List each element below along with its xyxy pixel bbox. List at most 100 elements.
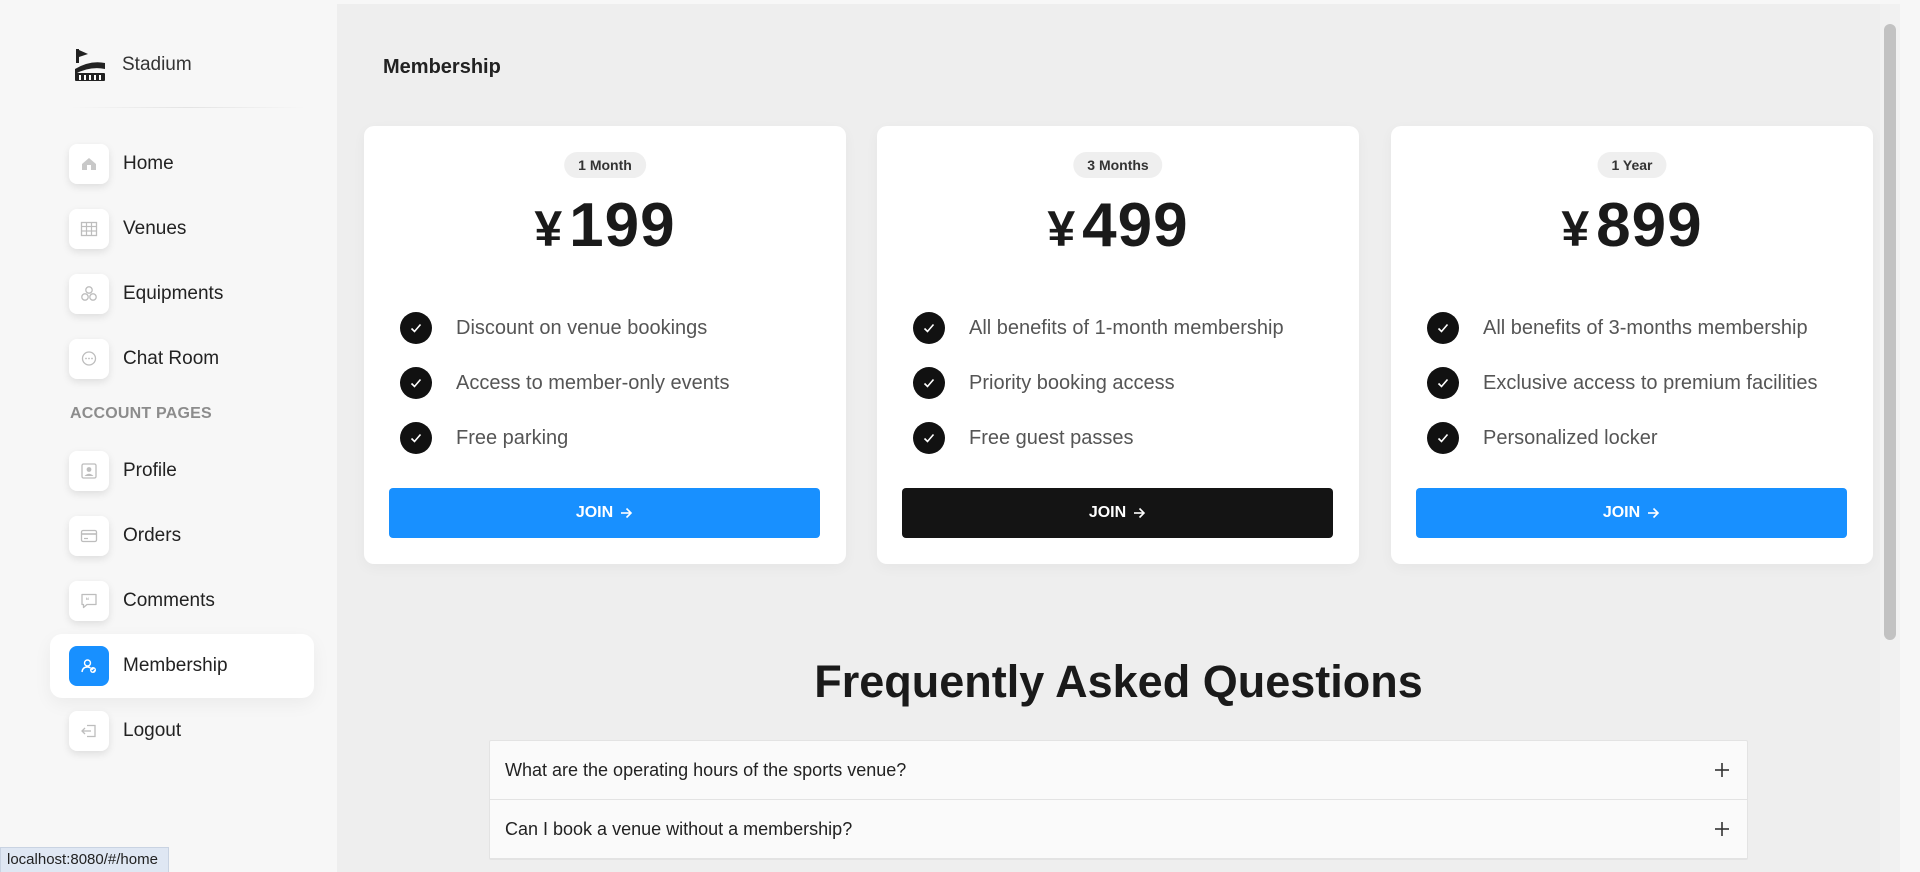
feature-item: Personalized locker [1427, 422, 1818, 454]
table-grid-icon [69, 209, 109, 249]
sidebar-item-equipments[interactable]: Equipments [50, 262, 314, 326]
check-icon [913, 367, 945, 399]
section-title-account-pages: ACCOUNT PAGES [70, 405, 212, 422]
arrow-right-icon [1648, 507, 1660, 519]
sidebar-item-logout[interactable]: Logout [50, 699, 314, 763]
check-icon [913, 312, 945, 344]
currency-symbol: ¥ [534, 201, 564, 257]
page-title: Membership [383, 56, 501, 78]
faq-list: What are the operating hours of the spor… [489, 740, 1748, 860]
sidebar-item-label: Orders [123, 525, 182, 546]
arrow-right-icon [621, 507, 633, 519]
check-icon [1427, 367, 1459, 399]
plan-card-3-months: 3 Months ¥499 All benefits of 1-month me… [877, 126, 1359, 564]
plan-card-1-month: 1 Month ¥199 Discount on venue bookings … [364, 126, 846, 564]
check-icon [1427, 312, 1459, 344]
logout-icon [69, 711, 109, 751]
feature-item: All benefits of 3-months membership [1427, 312, 1818, 344]
sidebar-item-profile[interactable]: Profile [50, 439, 314, 503]
sidebar-item-label: Membership [123, 655, 228, 676]
home-icon [69, 144, 109, 184]
feature-item: All benefits of 1-month membership [913, 312, 1284, 344]
plan-period-badge: 1 Year [1597, 152, 1667, 178]
credit-card-icon [69, 516, 109, 556]
feature-text: Priority booking access [969, 371, 1175, 394]
sidebar-item-label: Chat Room [123, 348, 220, 369]
sidebar-item-home[interactable]: Home [50, 132, 314, 196]
check-icon [400, 312, 432, 344]
feature-item: Discount on venue bookings [400, 312, 729, 344]
faq-question: What are the operating hours of the spor… [505, 759, 907, 780]
status-bar-url: localhost:8080/#/home [0, 847, 169, 872]
plan-period-badge: 3 Months [1073, 152, 1163, 178]
feature-item: Priority booking access [913, 367, 1284, 399]
vertical-scrollbar[interactable] [1880, 4, 1900, 872]
plan-price: ¥499 [877, 190, 1359, 261]
faq-item[interactable]: What are the operating hours of the spor… [490, 741, 1747, 800]
brand[interactable]: Stadium [72, 46, 192, 84]
price-value: 499 [1082, 191, 1189, 260]
price-value: 199 [569, 191, 676, 260]
feature-text: All benefits of 1-month membership [969, 316, 1284, 339]
quote-comment-icon: ❝ [69, 581, 109, 621]
sidebar-item-venues[interactable]: Venues [50, 197, 314, 261]
feature-item: Free guest passes [913, 422, 1284, 454]
cubes-icon [69, 274, 109, 314]
feature-item: Access to member-only events [400, 367, 729, 399]
svg-text:❝: ❝ [86, 597, 90, 605]
plan-price: ¥199 [364, 190, 846, 261]
plan-period-badge: 1 Month [564, 152, 646, 178]
join-button-label: JOIN [1602, 504, 1641, 521]
member-badge-icon [69, 646, 109, 686]
faq-title: Frequently Asked Questions [814, 656, 1423, 707]
join-button[interactable]: JOIN [1416, 488, 1847, 538]
chat-bubble-icon [69, 339, 109, 379]
sidebar-item-label: Equipments [123, 283, 224, 304]
stadium-logo-icon [75, 49, 105, 81]
sidebar-item-chat-room[interactable]: Chat Room [50, 327, 314, 391]
feature-text: Free parking [456, 426, 569, 449]
main-content: Membership 1 Month ¥199 Discount on venu… [337, 4, 1900, 872]
feature-text: Personalized locker [1483, 426, 1658, 449]
sidebar-item-label: Logout [123, 720, 182, 741]
join-button[interactable]: JOIN [389, 488, 820, 538]
sidebar-item-orders[interactable]: Orders [50, 504, 314, 568]
join-button[interactable]: JOIN [902, 488, 1333, 538]
profile-card-icon [69, 451, 109, 491]
join-button-label: JOIN [1088, 504, 1127, 521]
feature-text: Free guest passes [969, 426, 1134, 449]
feature-item: Exclusive access to premium facilities [1427, 367, 1818, 399]
feature-text: Access to member-only events [456, 371, 730, 394]
plus-icon [1715, 822, 1729, 836]
scrollbar-thumb[interactable] [1884, 24, 1896, 640]
sidebar-item-label: Home [123, 153, 174, 174]
feature-list: All benefits of 3-months membership Excl… [1427, 312, 1818, 477]
brand-name: Stadium [122, 54, 192, 75]
check-icon [400, 367, 432, 399]
check-icon [913, 422, 945, 454]
faq-item[interactable]: Can I book a venue without a membership? [490, 800, 1747, 859]
plus-icon [1715, 763, 1729, 777]
join-button-label: JOIN [575, 504, 614, 521]
plan-card-1-year: 1 Year ¥899 All benefits of 3-months mem… [1391, 126, 1873, 564]
feature-list: All benefits of 1-month membership Prior… [913, 312, 1284, 477]
currency-symbol: ¥ [1561, 201, 1591, 257]
sidebar-item-label: Comments [123, 590, 215, 611]
feature-text: Exclusive access to premium facilities [1483, 371, 1818, 394]
feature-text: All benefits of 3-months membership [1483, 316, 1808, 339]
sidebar-item-label: Venues [123, 218, 187, 239]
feature-item: Free parking [400, 422, 729, 454]
feature-text: Discount on venue bookings [456, 316, 708, 339]
faq-question: Can I book a venue without a membership? [505, 818, 853, 839]
arrow-right-icon [1134, 507, 1146, 519]
currency-symbol: ¥ [1047, 201, 1077, 257]
check-icon [1427, 422, 1459, 454]
sidebar-item-membership[interactable]: Membership [50, 634, 314, 698]
sidebar-item-comments[interactable]: ❝ Comments [50, 569, 314, 633]
plan-price: ¥899 [1391, 190, 1873, 261]
check-icon [400, 422, 432, 454]
feature-list: Discount on venue bookings Access to mem… [400, 312, 729, 477]
sidebar: Stadium Home Venues Equipments Chat Room… [0, 0, 337, 872]
sidebar-item-label: Profile [123, 460, 177, 481]
price-value: 899 [1596, 191, 1703, 260]
